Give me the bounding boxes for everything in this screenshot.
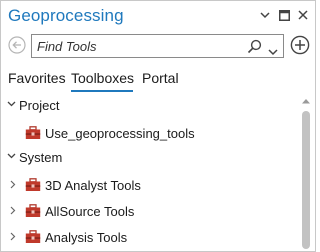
close-icon[interactable] [296, 8, 310, 22]
tree-node-allsource-tools[interactable]: AllSource Tools [1, 201, 291, 223]
title-bar: Geoprocessing [1, 1, 315, 31]
tree-node-project[interactable]: Project [1, 95, 291, 117]
toolbox-icon [25, 230, 41, 243]
search-options-chevron-icon[interactable] [268, 43, 278, 61]
back-button[interactable] [8, 36, 26, 54]
find-tools-search-box [31, 34, 284, 58]
scrollbar-thumb[interactable] [302, 111, 310, 249]
tree-node-use-geoprocessing-tools[interactable]: Use_geoprocessing_tools [1, 123, 291, 145]
scroll-up-arrow-icon[interactable] [302, 98, 310, 104]
chevron-right-icon[interactable] [10, 180, 16, 189]
tab-strip: Favorites Toolboxes Portal [1, 70, 315, 92]
vertical-scrollbar[interactable] [298, 95, 314, 251]
tab-favorites[interactable]: Favorites [8, 70, 66, 86]
toolbox-icon [25, 178, 41, 191]
tree-node-label: Project [19, 98, 60, 113]
maximize-icon[interactable] [277, 8, 291, 22]
pane-options-chevron-icon[interactable] [258, 8, 272, 22]
tab-portal[interactable]: Portal [142, 70, 179, 86]
chevron-right-icon[interactable] [10, 232, 16, 241]
toolbox-icon [25, 126, 41, 139]
add-toolbox-button[interactable] [290, 35, 310, 55]
pane-title: Geoprocessing [8, 6, 124, 25]
tree-node-system[interactable]: System [1, 147, 291, 169]
find-tools-input[interactable] [37, 38, 237, 54]
chevron-down-icon[interactable] [7, 153, 16, 159]
tree-node-3d-analyst-tools[interactable]: 3D Analyst Tools [1, 175, 291, 197]
geoprocessing-pane: Geoprocessing Fav [0, 0, 316, 252]
back-arrow-icon [8, 36, 26, 54]
tree-node-label: System [19, 150, 63, 165]
tree-node-analysis-tools[interactable]: Analysis Tools [1, 227, 291, 249]
add-circle-icon [290, 35, 310, 55]
toolbox-tree: Project Use_geoprocessing_tools System 3… [1, 95, 297, 251]
tree-node-label: 3D Analyst Tools [45, 178, 141, 193]
chevron-right-icon[interactable] [10, 206, 16, 215]
active-tab-indicator [71, 90, 133, 92]
search-icon[interactable] [247, 39, 262, 59]
chevron-down-icon[interactable] [7, 101, 16, 107]
toolbox-icon [25, 204, 41, 217]
tree-node-label: Analysis Tools [45, 230, 128, 245]
tree-node-label: Use_geoprocessing_tools [45, 126, 195, 141]
tree-node-label: AllSource Tools [45, 204, 135, 219]
tab-toolboxes[interactable]: Toolboxes [71, 70, 134, 86]
